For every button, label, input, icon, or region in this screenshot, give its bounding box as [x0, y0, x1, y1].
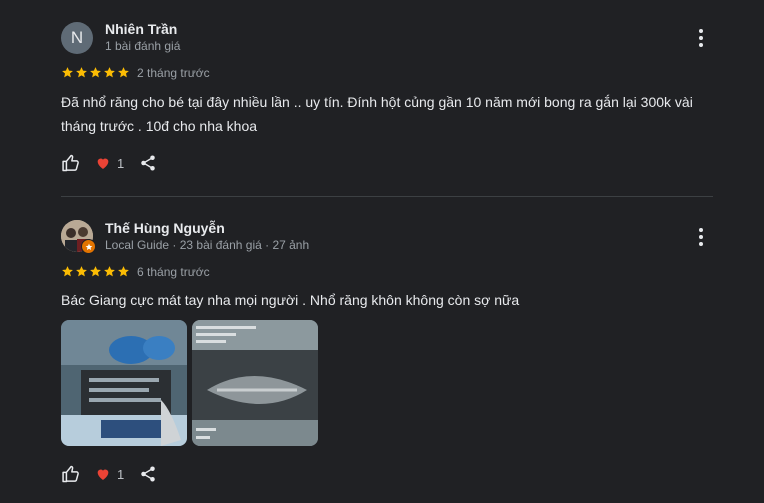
- like-count: 1: [117, 466, 125, 482]
- heart-icon: [97, 469, 109, 480]
- more-vertical-icon: [699, 29, 703, 33]
- reaction-heart[interactable]: 1: [95, 466, 124, 482]
- review-text: Bác Giang cực mát tay nha mọi người . Nh…: [61, 292, 520, 308]
- heart-icon: [97, 158, 109, 169]
- thumb-up-outline-icon: [62, 154, 79, 172]
- review-photo[interactable]: [192, 320, 318, 446]
- avatar-letter: N: [70, 28, 84, 47]
- star-icon: [62, 67, 73, 78]
- reviewer-meta: 1 bài đánh giá: [105, 39, 181, 53]
- more-options-button[interactable]: [690, 226, 712, 248]
- dental-tray-photo: [61, 320, 187, 446]
- review-time: 2 tháng trước: [137, 66, 210, 80]
- review-actions: 1: [60, 463, 158, 485]
- star-icon: [76, 67, 87, 78]
- local-guide-badge: [81, 239, 96, 254]
- star-icon: [76, 266, 87, 277]
- reviewer-name[interactable]: Nhiên Trần: [105, 21, 177, 37]
- review-card: Thế Hùng Nguyễn Local Guide · 23 bài đán…: [0, 198, 764, 503]
- share-icon: [141, 155, 155, 171]
- review-divider: [61, 196, 713, 197]
- reviewer-meta: Local Guide · 23 bài đánh giá · 27 ảnh: [105, 238, 310, 252]
- star-badge-icon: [85, 243, 92, 250]
- thumb-up-outline-icon: [62, 465, 79, 483]
- review-actions: 1: [60, 152, 158, 174]
- star-icon: [90, 266, 101, 277]
- dental-xray-photo: [192, 320, 318, 446]
- review-card: N Nhiên Trần 1 bài đánh giá 2 tháng trướ…: [0, 0, 764, 197]
- like-button[interactable]: [60, 463, 82, 485]
- more-vertical-icon: [699, 228, 703, 232]
- star-icon: [118, 67, 129, 78]
- star-icon: [90, 67, 101, 78]
- like-count: 1: [117, 155, 125, 171]
- star-rating: [61, 66, 130, 79]
- star-icon: [104, 67, 115, 78]
- star-icon: [62, 266, 73, 277]
- review-text: Đã nhổ răng cho bé tại đây nhiều lần .. …: [61, 94, 693, 134]
- review-time: 6 tháng trước: [137, 265, 210, 279]
- star-rating: [61, 265, 130, 278]
- share-button[interactable]: [138, 464, 158, 484]
- like-button[interactable]: [60, 152, 82, 174]
- review-photo[interactable]: [61, 320, 187, 446]
- reviewer-name[interactable]: Thế Hùng Nguyễn: [105, 220, 225, 236]
- share-icon: [141, 466, 155, 482]
- star-icon: [104, 266, 115, 277]
- more-options-button[interactable]: [690, 27, 712, 49]
- share-button[interactable]: [138, 153, 158, 173]
- reaction-heart[interactable]: 1: [95, 155, 124, 171]
- reviewer-avatar[interactable]: N: [61, 22, 93, 54]
- star-icon: [118, 266, 129, 277]
